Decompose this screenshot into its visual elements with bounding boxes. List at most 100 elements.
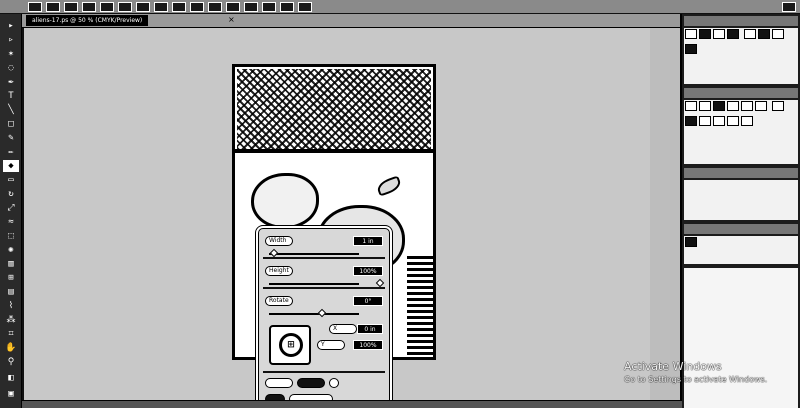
panel-swatch[interactable] — [699, 29, 711, 39]
align-button-icon[interactable] — [699, 116, 711, 126]
reference-point-widget[interactable]: ⊞ — [269, 325, 311, 365]
align-button-icon[interactable] — [713, 101, 725, 111]
blend-tool-icon[interactable]: ⁂ — [3, 314, 19, 326]
y-input[interactable]: 100% — [353, 340, 383, 350]
align-button-icon[interactable] — [685, 116, 697, 126]
zoom-tool-icon[interactable]: ⚲ — [3, 356, 19, 368]
blob-brush-tool-icon[interactable]: ◆ — [3, 160, 19, 172]
width-input[interactable]: 1 in — [353, 236, 383, 246]
properties-panel — [684, 28, 798, 84]
align-button-icon[interactable] — [771, 101, 784, 111]
panel-swatch[interactable] — [685, 44, 697, 54]
apple-shape-left — [251, 173, 319, 229]
paintbrush-tool-icon[interactable]: ✎ — [3, 132, 19, 144]
selection-tool-icon[interactable]: ▸ — [3, 20, 19, 32]
align-button-icon[interactable] — [699, 101, 711, 111]
align-button-icon[interactable] — [741, 101, 753, 111]
lasso-tool-icon[interactable]: ◌ — [3, 62, 19, 74]
close-icon[interactable]: × — [228, 16, 236, 24]
panel-swatch[interactable] — [743, 29, 756, 39]
mesh-tool-icon[interactable]: ⊞ — [3, 272, 19, 284]
options-button[interactable] — [244, 1, 258, 12]
warp-tool-icon[interactable]: ≈ — [3, 216, 19, 228]
options-right-label — [782, 1, 796, 12]
align-button-icon[interactable] — [713, 116, 725, 126]
reference-point-icon[interactable]: ⊞ — [279, 333, 303, 357]
dialog-option-button[interactable] — [265, 378, 293, 388]
panel-header[interactable] — [684, 168, 798, 178]
panel-header[interactable] — [684, 16, 798, 26]
rotate-slider[interactable] — [269, 308, 359, 318]
x-input[interactable]: 0 in — [357, 324, 383, 334]
options-button[interactable] — [64, 1, 78, 12]
align-button-icon[interactable] — [741, 116, 753, 126]
pen-tool-icon[interactable]: ✒ — [3, 76, 19, 88]
direct-select-tool-icon[interactable]: ▹ — [3, 34, 19, 46]
options-button[interactable] — [208, 1, 222, 12]
line-tool-icon[interactable]: ╲ — [3, 104, 19, 116]
options-button[interactable] — [172, 1, 186, 12]
graph-tool-icon[interactable]: ▥ — [3, 258, 19, 270]
options-button[interactable] — [28, 1, 42, 12]
align-button-icon[interactable] — [685, 101, 697, 111]
activation-watermark: Activate Windows Go to Settings to activ… — [624, 360, 767, 386]
scale-tool-icon[interactable]: ⤢ — [3, 202, 19, 214]
rotate-input[interactable]: 0° — [353, 296, 383, 306]
rectangle-tool-icon[interactable]: □ — [3, 118, 19, 130]
options-button[interactable] — [136, 1, 150, 12]
pencil-tool-icon[interactable]: ✏ — [3, 146, 19, 158]
height-label: Height — [265, 266, 293, 276]
align-button-icon[interactable] — [755, 101, 767, 111]
status-bar — [22, 400, 682, 408]
panel-swatch[interactable] — [727, 29, 739, 39]
options-button[interactable] — [154, 1, 168, 12]
dialog-option-button[interactable] — [329, 378, 339, 388]
options-button[interactable] — [46, 1, 60, 12]
options-button[interactable] — [298, 1, 312, 12]
gradient-tool-icon[interactable]: ▤ — [3, 286, 19, 298]
zoom-field[interactable] — [226, 1, 240, 12]
symbol-sprayer-tool-icon[interactable]: ✺ — [3, 244, 19, 256]
hand-tool-icon[interactable]: ✋ — [3, 342, 19, 354]
layer-visibility-icon[interactable] — [685, 237, 697, 247]
options-button[interactable] — [100, 1, 114, 12]
align-button-icon[interactable] — [727, 101, 739, 111]
rotate-tool-icon[interactable]: ↻ — [3, 188, 19, 200]
panel-swatch[interactable] — [757, 29, 770, 39]
right-panel-dock — [680, 14, 800, 408]
artboard-tool-icon[interactable]: ⌗ — [3, 328, 19, 340]
slider-thumb[interactable] — [317, 308, 327, 318]
options-button[interactable] — [190, 1, 204, 12]
panel-swatch[interactable] — [713, 29, 725, 39]
panel-swatch[interactable] — [685, 29, 697, 39]
options-button[interactable] — [82, 1, 96, 12]
fill-stroke-icon[interactable]: ◧ — [3, 372, 19, 384]
divider — [263, 257, 385, 259]
options-button[interactable] — [280, 1, 294, 12]
magic-wand-tool-icon[interactable]: ✶ — [3, 48, 19, 60]
width-label: Width — [265, 236, 293, 246]
eraser-tool-icon[interactable]: ▭ — [3, 174, 19, 186]
grass-texture — [407, 255, 433, 355]
panel-header[interactable] — [684, 88, 798, 98]
panel-empty-area — [684, 268, 798, 408]
eyedropper-tool-icon[interactable]: ⌇ — [3, 300, 19, 312]
slider-thumb[interactable] — [375, 278, 385, 288]
height-input[interactable]: 100% — [353, 266, 383, 276]
screen-mode-icon[interactable]: ▣ — [3, 388, 19, 400]
stroke-panel — [684, 180, 798, 220]
panel-header[interactable] — [684, 224, 798, 234]
document-tab[interactable]: aliens-17.ps @ 50 % (CMYK/Preview) — [26, 15, 149, 26]
align-button-icon[interactable] — [727, 116, 739, 126]
height-slider[interactable] — [269, 278, 385, 288]
slider-thumb[interactable] — [269, 248, 279, 258]
options-button[interactable] — [262, 1, 276, 12]
free-transform-tool-icon[interactable]: ⬚ — [3, 230, 19, 242]
panel-swatch[interactable] — [771, 29, 784, 39]
dialog-option-button[interactable] — [297, 378, 325, 388]
type-tool-icon[interactable]: T — [3, 90, 19, 102]
width-slider[interactable] — [269, 248, 359, 258]
options-button[interactable] — [118, 1, 132, 12]
divider — [263, 287, 385, 289]
layers-panel — [684, 236, 798, 264]
